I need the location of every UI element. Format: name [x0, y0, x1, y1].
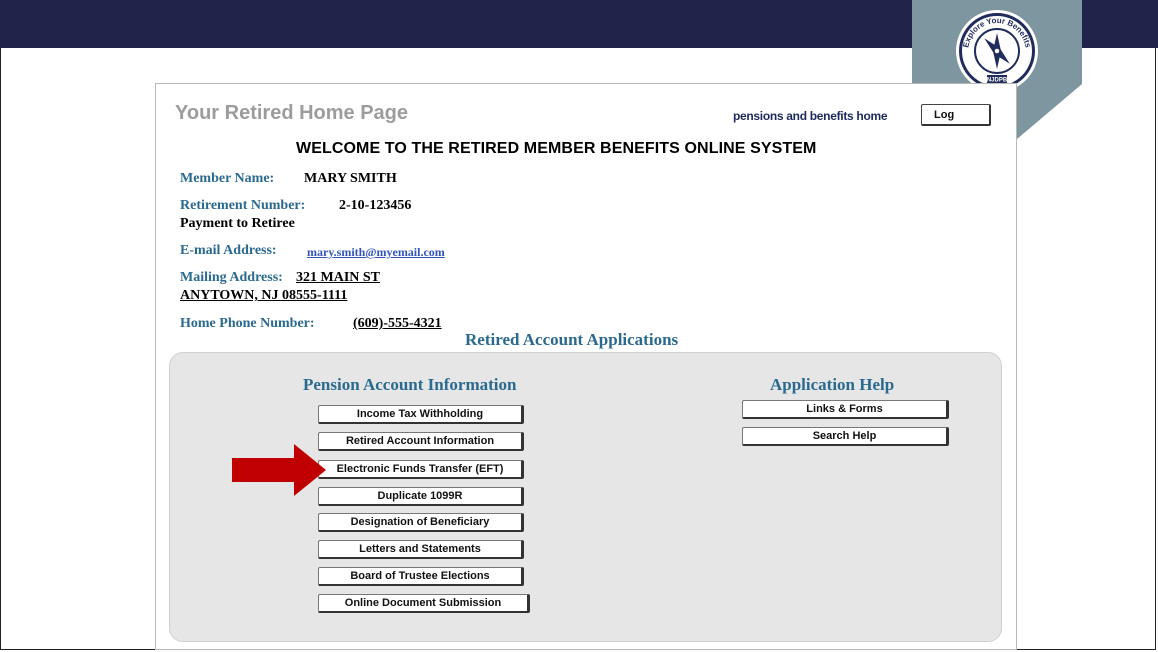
retirement-number-value: 2-10-123456: [339, 198, 412, 213]
home-phone-label: Home Phone Number:: [180, 316, 315, 331]
email-link[interactable]: mary.smith@myemail.com: [307, 245, 445, 260]
member-name-value: MARY SMITH: [304, 171, 397, 186]
pension-account-heading: Pension Account Information: [303, 375, 517, 394]
pensions-home-link[interactable]: pensions and benefits home: [733, 109, 888, 123]
designation-of-beneficiary-button[interactable]: Designation of Beneficiary: [318, 513, 524, 532]
mailing-address-label: Mailing Address:: [180, 270, 283, 285]
phone-area-code: (609): [353, 316, 384, 331]
electronic-funds-transfer-button[interactable]: Electronic Funds Transfer (EFT): [318, 460, 524, 479]
online-document-submission-button[interactable]: Online Document Submission: [318, 594, 530, 613]
application-help-heading: Application Help: [770, 375, 895, 394]
payment-type: Payment to Retiree: [180, 216, 295, 231]
welcome-heading: WELCOME TO THE RETIRED MEMBER BENEFITS O…: [296, 140, 817, 157]
explore-your-benefits-logo: Explore Your Benefits NJDPB: [956, 10, 1038, 92]
applications-area: [169, 352, 1002, 642]
red-arrow-pointer: [232, 444, 326, 496]
retired-account-information-button[interactable]: Retired Account Information: [318, 432, 524, 451]
links-and-forms-button[interactable]: Links & Forms: [742, 400, 949, 419]
retired-account-applications-heading: Retired Account Applications: [465, 330, 679, 349]
home-phone-value: (609)-555-4321: [353, 316, 442, 332]
duplicate-1099r-button[interactable]: Duplicate 1099R: [318, 487, 524, 506]
retirement-number-label: Retirement Number:: [180, 198, 306, 213]
phone-number: -555-4321: [383, 316, 442, 331]
email-label: E-mail Address:: [180, 243, 277, 258]
address-line-1: 321 MAIN ST: [296, 270, 381, 285]
member-name-label: Member Name:: [180, 171, 275, 186]
logout-button[interactable]: Log: [921, 104, 991, 126]
income-tax-withholding-button[interactable]: Income Tax Withholding: [318, 405, 524, 424]
page-title: Your Retired Home Page: [175, 102, 409, 124]
address-line-2: ANYTOWN, NJ 08555-1111: [180, 288, 348, 303]
letters-and-statements-button[interactable]: Letters and Statements: [318, 540, 524, 559]
search-help-button[interactable]: Search Help: [742, 427, 949, 446]
board-of-trustee-elections-button[interactable]: Board of Trustee Elections: [318, 567, 524, 586]
